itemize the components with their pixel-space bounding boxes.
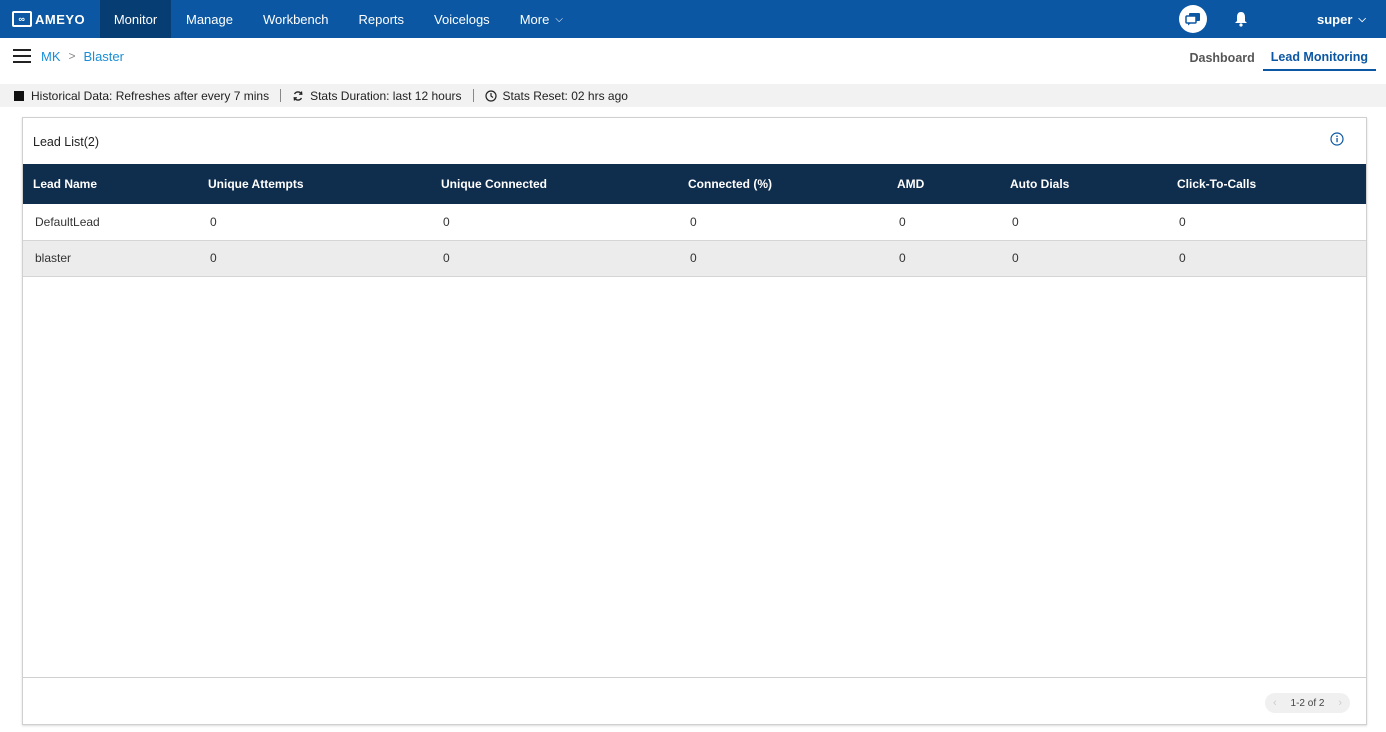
tab-label: Dashboard bbox=[1189, 51, 1255, 65]
stop-icon[interactable] bbox=[14, 90, 24, 101]
ameyo-logo[interactable]: ∞ AMEYO bbox=[0, 0, 100, 38]
nav-label: Monitor bbox=[113, 11, 158, 27]
column-header[interactable]: Lead Name bbox=[23, 164, 198, 204]
nav-workbench[interactable]: Workbench bbox=[248, 0, 344, 38]
chevron-left-icon[interactable]: ‹ bbox=[1273, 697, 1277, 709]
nav-more[interactable]: More ⌵ bbox=[505, 0, 578, 38]
lead-name-cell: DefaultLead bbox=[23, 204, 198, 241]
historical-data-text: Historical Data: Refreshes after every 7… bbox=[31, 88, 270, 103]
tab-label: Lead Monitoring bbox=[1270, 50, 1368, 64]
nav-label: Reports bbox=[358, 11, 405, 27]
nav-reports[interactable]: Reports bbox=[344, 0, 420, 38]
column-header[interactable]: AMD bbox=[887, 164, 1000, 204]
nav-label: Voicelogs bbox=[434, 11, 490, 27]
sub-header: MK > Blaster Dashboard Lead Monitoring bbox=[0, 38, 1386, 74]
table-cell: 0 bbox=[887, 204, 1000, 241]
table-footer: ‹ 1-2 of 2 › bbox=[23, 677, 1366, 724]
infinity-logo-icon: ∞ bbox=[12, 11, 32, 27]
chevron-down-icon: ⌵ bbox=[555, 13, 563, 25]
nav-label: More bbox=[519, 11, 550, 27]
lead-table: Lead Name Unique Attempts Unique Connect… bbox=[23, 164, 1366, 277]
column-header[interactable]: Auto Dials bbox=[1000, 164, 1167, 204]
table-cell: 0 bbox=[198, 240, 431, 277]
breadcrumb-item[interactable]: Blaster bbox=[84, 49, 124, 64]
chevron-right-icon: > bbox=[68, 49, 76, 63]
breadcrumb: MK > Blaster bbox=[41, 49, 124, 64]
view-tabs: Dashboard Lead Monitoring bbox=[1181, 38, 1376, 71]
pagination-text: 1-2 of 2 bbox=[1290, 697, 1325, 709]
pagination: ‹ 1-2 of 2 › bbox=[1265, 693, 1350, 713]
column-header[interactable]: Connected (%) bbox=[678, 164, 887, 204]
clock-icon bbox=[484, 89, 497, 102]
hamburger-menu-icon[interactable] bbox=[13, 49, 31, 63]
column-header[interactable]: Unique Connected bbox=[431, 164, 678, 204]
stats-duration-text: Stats Duration: last 12 hours bbox=[310, 88, 462, 103]
table-cell: 0 bbox=[1167, 240, 1366, 277]
table-cell: 0 bbox=[678, 204, 887, 241]
table-row[interactable]: blaster 0 0 0 0 0 0 bbox=[23, 240, 1366, 277]
tab-dashboard[interactable]: Dashboard bbox=[1181, 38, 1262, 71]
stats-reset-text: Stats Reset: 02 hrs ago bbox=[502, 88, 628, 103]
card-title: Lead List(2) bbox=[33, 135, 100, 149]
divider bbox=[280, 89, 282, 102]
table-cell: 0 bbox=[1000, 204, 1167, 241]
table-header-row: Lead Name Unique Attempts Unique Connect… bbox=[23, 164, 1366, 204]
table-cell: 0 bbox=[431, 204, 678, 241]
nav-label: Workbench bbox=[262, 11, 329, 27]
breadcrumb-item[interactable]: MK bbox=[41, 49, 61, 64]
column-header[interactable]: Click-To-Calls bbox=[1167, 164, 1366, 204]
tab-lead-monitoring[interactable]: Lead Monitoring bbox=[1262, 38, 1376, 71]
table-cell: 0 bbox=[1000, 240, 1167, 277]
table-cell: 0 bbox=[887, 240, 1000, 277]
nav-monitor[interactable]: Monitor bbox=[100, 0, 171, 38]
user-menu[interactable]: super ⌵ bbox=[1317, 12, 1366, 27]
nav-manage[interactable]: Manage bbox=[171, 0, 248, 38]
stats-bar: Historical Data: Refreshes after every 7… bbox=[0, 84, 1386, 107]
table-cell: 0 bbox=[198, 204, 431, 241]
table-cell: 0 bbox=[678, 240, 887, 277]
table-row[interactable]: DefaultLead 0 0 0 0 0 0 bbox=[23, 204, 1366, 241]
top-navigation-bar: ∞ AMEYO Monitor Manage Workbench Reports… bbox=[0, 0, 1386, 38]
refresh-icon[interactable] bbox=[292, 90, 304, 102]
chat-icon[interactable] bbox=[1179, 5, 1207, 33]
lead-name-cell: blaster bbox=[23, 240, 198, 277]
bell-icon[interactable] bbox=[1233, 10, 1249, 28]
table-cell: 0 bbox=[1167, 204, 1366, 241]
table-cell: 0 bbox=[431, 240, 678, 277]
lead-list-card: Lead List(2) Lead Name Unique Attempts U… bbox=[22, 117, 1367, 725]
chevron-down-icon: ⌵ bbox=[1358, 13, 1366, 25]
chevron-right-icon[interactable]: › bbox=[1338, 697, 1342, 709]
username: super bbox=[1317, 11, 1353, 27]
divider bbox=[472, 89, 474, 102]
info-icon[interactable] bbox=[1330, 132, 1344, 146]
column-header[interactable]: Unique Attempts bbox=[198, 164, 431, 204]
nav-label: Manage bbox=[186, 11, 233, 27]
logo-text: AMEYO bbox=[35, 11, 86, 27]
nav-voicelogs[interactable]: Voicelogs bbox=[419, 0, 505, 38]
